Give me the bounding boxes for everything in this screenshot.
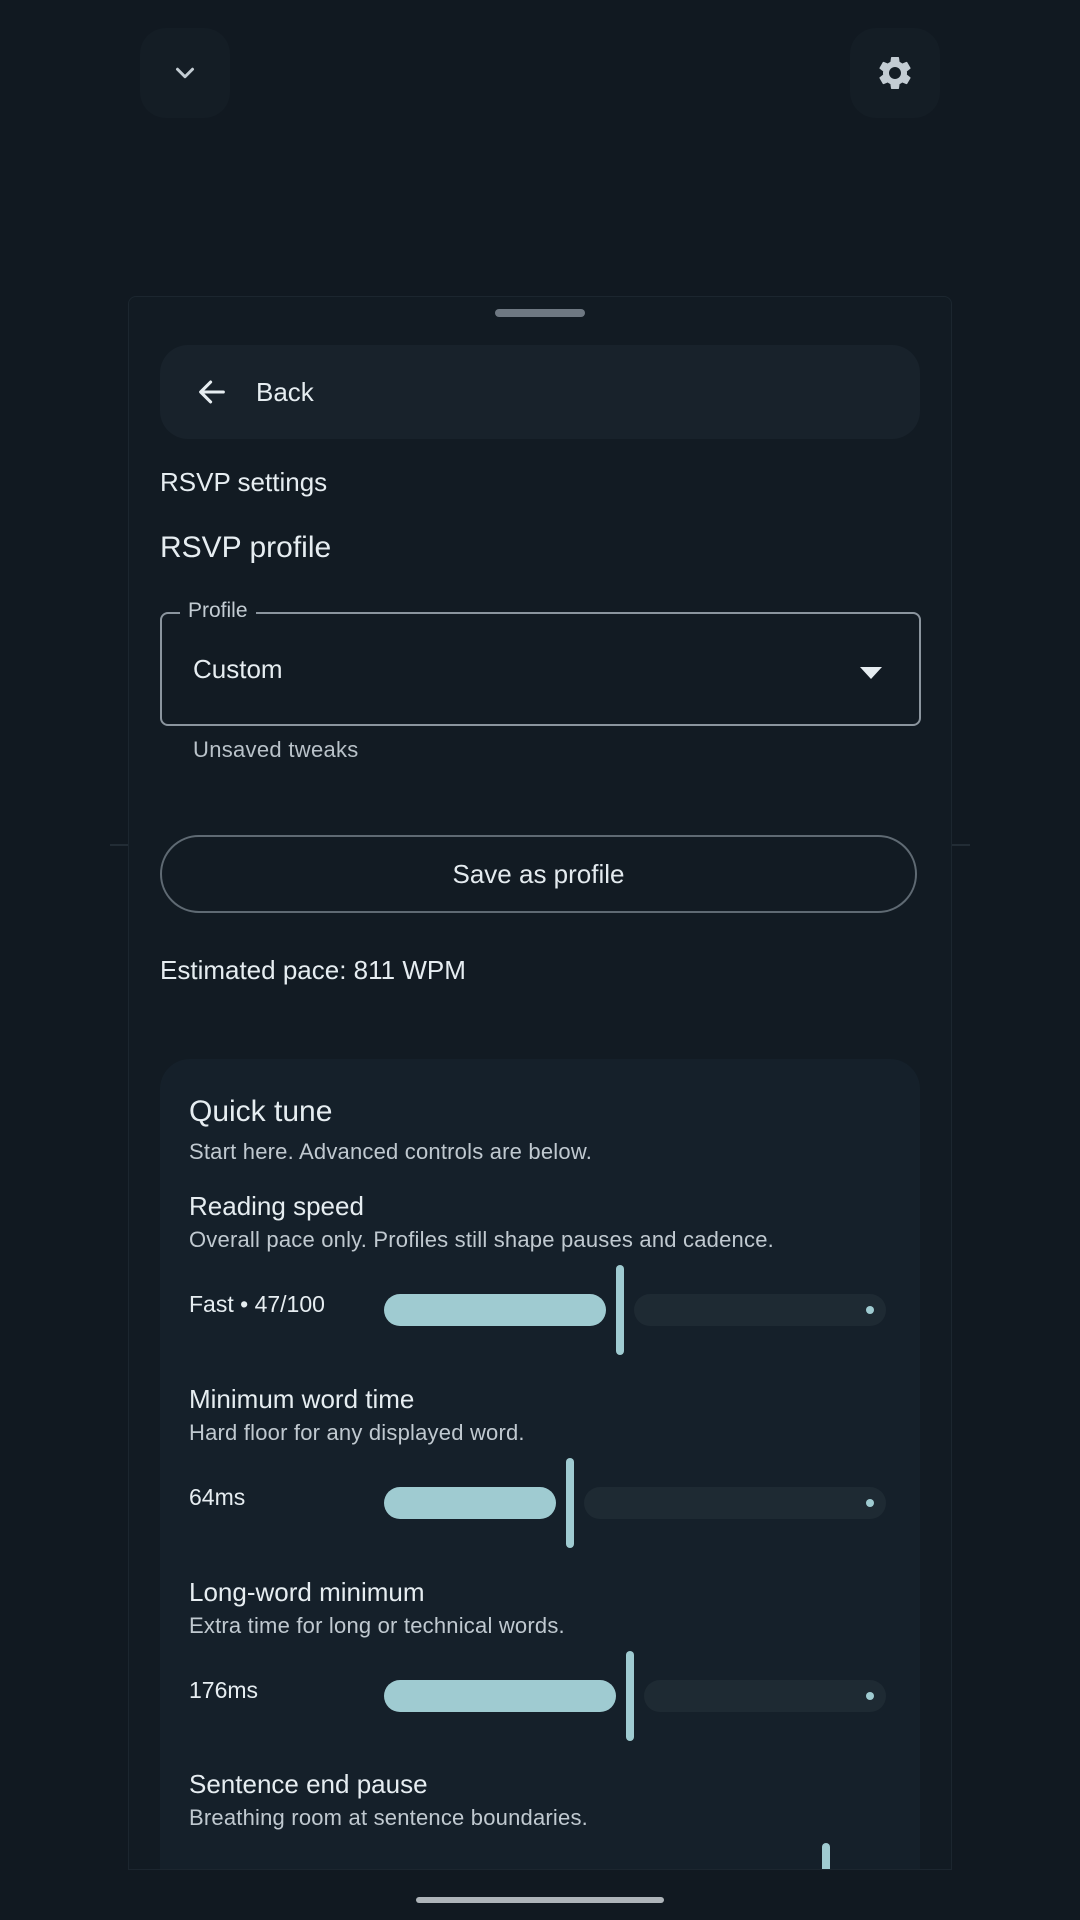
chevron-down-icon [176,67,194,79]
slider-inactive-track [584,1487,886,1519]
section-title: RSVP settings [160,467,328,497]
setting-title: Minimum word time [189,1384,415,1414]
gesture-navigation-bar[interactable] [416,1897,664,1903]
slider-handle[interactable] [616,1265,624,1355]
profile-helper-text: Unsaved tweaks [193,737,359,762]
setting-title: Sentence end pause [189,1769,428,1799]
save-as-profile-button[interactable]: Save as profile [160,835,917,913]
background-divider [110,844,130,846]
screen: seldom Back RSVP settings RSVP profile P… [0,0,1080,1920]
setting-value: Fast • 47/100 [189,1291,325,1317]
collapse-button[interactable] [140,28,230,118]
slider-handle[interactable] [566,1458,574,1548]
back-button[interactable]: Back [160,345,920,439]
profile-heading: RSVP profile [160,531,332,564]
slider-end-stop [866,1499,874,1507]
slider-active-track [384,1680,616,1712]
gear-icon [879,56,911,89]
quick-tune-subtitle: Start here. Advanced controls are below. [189,1139,593,1164]
setting-description: Breathing room at sentence boundaries. [189,1805,588,1830]
rsvp-settings-sheet: Back RSVP settings RSVP profile Profile … [128,296,952,1870]
profile-dropdown[interactable]: Profile Custom [160,599,921,726]
slider-inactive-track [644,1680,886,1712]
setting-value: 176ms [189,1677,259,1703]
arrow-left-icon [194,374,230,410]
profile-dropdown-value: Custom [193,654,283,684]
quick-tune-card: Quick tune Start here. Advanced controls… [160,1059,920,1869]
setting-description: Overall pace only. Profiles still shape … [189,1227,774,1252]
background-divider [950,844,970,846]
setting-value: 64ms [189,1484,246,1510]
quick-tune-title: Quick tune [189,1095,333,1128]
slider-handle[interactable] [626,1651,634,1741]
estimated-pace: Estimated pace: 811 WPM [160,955,466,985]
slider-inactive-track [634,1294,886,1326]
setting-title: Reading speed [189,1191,364,1221]
minimum-word-time-slider[interactable] [384,1456,886,1548]
slider-end-stop [866,1306,874,1314]
slider-end-stop [866,1692,874,1700]
settings-button[interactable] [850,28,940,118]
back-label: Back [256,376,314,407]
slider-handle[interactable] [822,1843,830,1869]
drag-handle[interactable] [495,309,585,317]
slider-active-track [384,1294,606,1326]
setting-reading-speed: Reading speed Overall pace only. Profile… [189,1191,889,1381]
profile-dropdown-label: Profile [180,599,256,623]
sentence-end-pause-slider[interactable] [384,1841,886,1869]
setting-title: Long-word minimum [189,1577,425,1607]
caret-down-icon [860,667,882,679]
setting-long-word-minimum: Long-word minimum Extra time for long or… [189,1577,889,1767]
setting-sentence-end-pause: Sentence end pause Breathing room at sen… [189,1769,889,1869]
setting-minimum-word-time: Minimum word time Hard floor for any dis… [189,1384,889,1574]
slider-active-track [384,1487,556,1519]
setting-description: Extra time for long or technical words. [189,1613,565,1638]
long-word-minimum-slider[interactable] [384,1649,886,1741]
setting-description: Hard floor for any displayed word. [189,1420,525,1445]
reading-speed-slider[interactable] [384,1263,886,1355]
